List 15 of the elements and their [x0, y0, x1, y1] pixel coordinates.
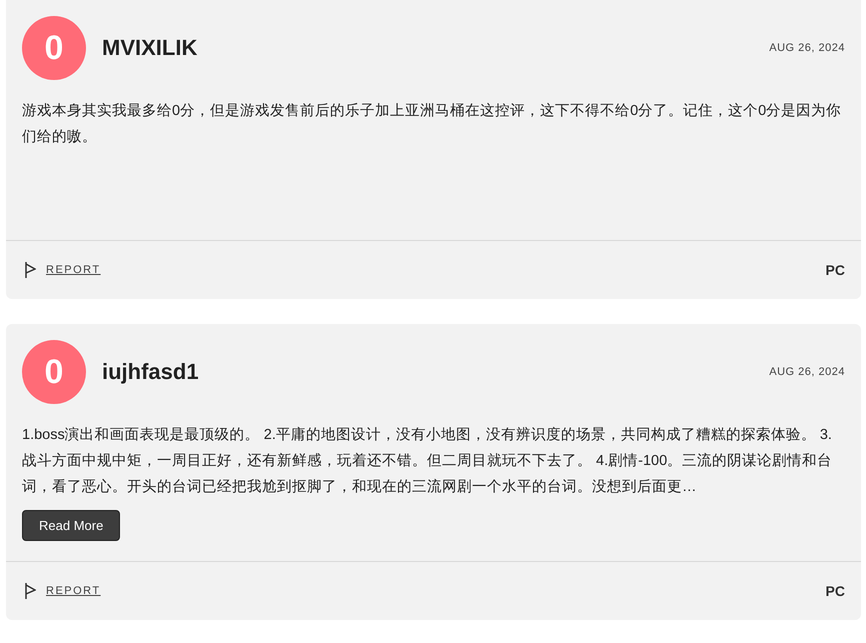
user-avatar: 0 [22, 340, 86, 404]
flag-icon [24, 582, 36, 600]
platform-label: PC [826, 583, 845, 599]
review-text: 游戏本身其实我最多给0分，但是游戏发售前后的乐子加上亚洲马桶在这控评，这下不得不给0分了。记住，这个0分是因为你们给的嗷。 [22, 102, 842, 147]
user-name: MVIXILIK [102, 35, 198, 61]
report-link[interactable]: REPORT [46, 264, 826, 276]
user-name: iujhfasd1 [102, 359, 200, 385]
platform-label: PC [826, 262, 845, 278]
flag-icon [24, 261, 36, 279]
report-link[interactable]: REPORT [46, 585, 826, 597]
review-text: 1.boss演出和画面表现是最顶级的。 2.平庸的地图设计，没有小地图，没有辨识度的场景，共同构成了糟糕的探索体验。 3.战斗方面中规中矩，一周目正好，还有新鲜感，玩着还不错。但二周目就玩不下去了。 4.剧情-100。三流的阴谋论剧情和台词，看了恶心。开头的台词已经把我尬到抠脚了，和现在的三流网剧一个水平的台词。没想到后面更… [22, 426, 834, 497]
review-date: AUG 26, 2024 [769, 42, 845, 54]
read-more-button[interactable]: Read More [22, 510, 120, 541]
review-date: AUG 26, 2024 [769, 366, 845, 378]
user-avatar: 0 [22, 16, 86, 80]
